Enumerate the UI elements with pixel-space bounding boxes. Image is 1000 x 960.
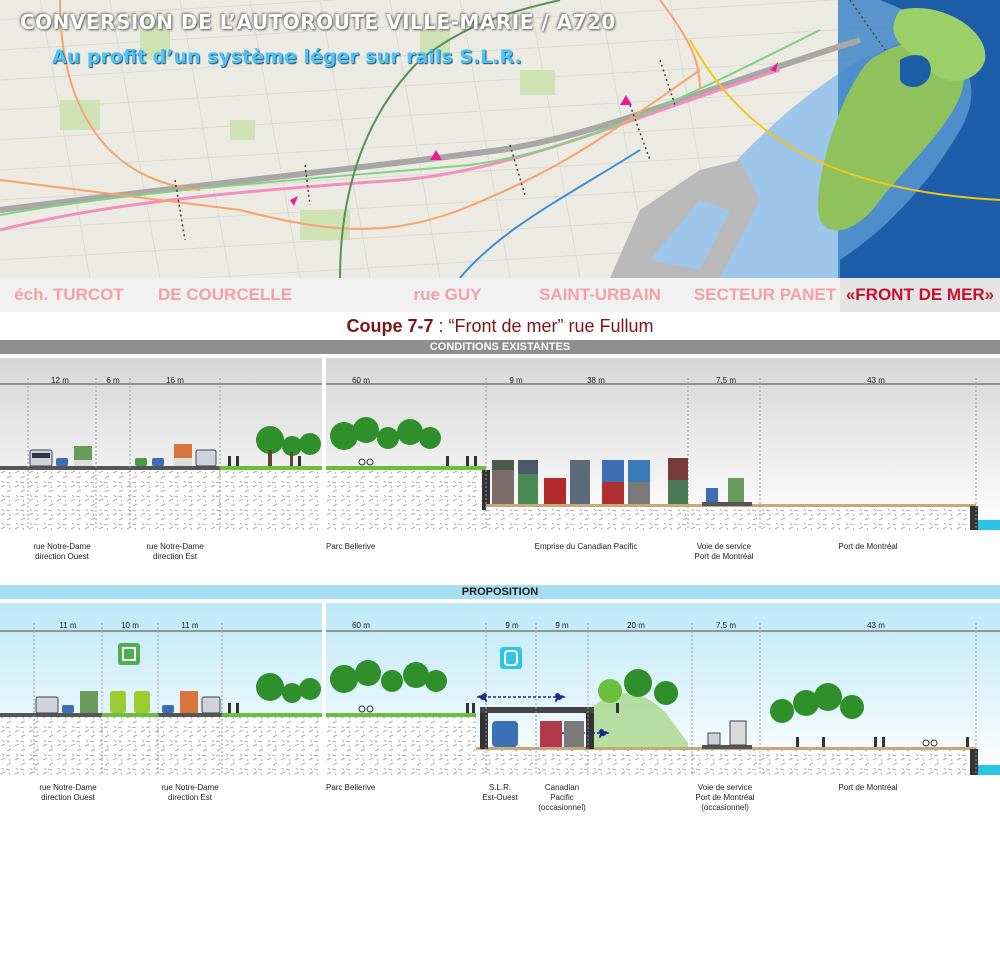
bus-icon <box>201 696 221 714</box>
dim-label: 38 m <box>587 376 605 385</box>
map-graphic <box>0 0 1000 278</box>
section-label: rue Notre-Dame direction Est <box>161 783 219 802</box>
city-map <box>0 0 1000 278</box>
section-label: Canadian Pacific (occasionnel) <box>538 783 586 812</box>
slr-icon <box>500 647 522 669</box>
section-label: rue Notre-Dame direction Est <box>146 542 204 561</box>
tab-front-de-mer[interactable]: «FRONT DE MER» <box>840 278 1000 312</box>
section-description: : “Front de mer” rue Fullum <box>433 316 654 336</box>
section-label: Voie de service Port de Montréal <box>694 542 754 561</box>
proposal-left-section: 11 m 10 m 11 m <box>0 603 322 775</box>
dim-label: 43 m <box>867 376 885 385</box>
car-icon <box>56 458 68 466</box>
section-label: rue Notre-Dame direction Ouest <box>39 783 97 802</box>
tab-secteur-panet[interactable]: SECTEUR PANET <box>690 278 840 312</box>
existing-header: CONDITIONS EXISTANTES <box>0 340 1000 354</box>
dim-label: 11 m <box>181 621 199 630</box>
proposal-right-section: 60 m 9 m 9 m 20 m 7,5 m 43 m <box>326 603 1000 775</box>
section-label: S.L.R. Est-Ouest <box>482 783 518 802</box>
tab-de-courcelle[interactable]: DE COURCELLE <box>155 278 295 312</box>
section-label: Parc Bellerive <box>326 783 376 792</box>
dim-label: 43 m <box>867 621 885 630</box>
car-icon <box>162 705 174 713</box>
bus-icon <box>195 449 217 467</box>
proposal-header: PROPOSITION <box>0 585 1000 599</box>
section-label: Voie de service Port de Montréal (occasion… <box>695 783 755 812</box>
container-icon <box>180 691 198 713</box>
dim-label: 9 m <box>555 621 569 630</box>
dim-label: 9 m <box>505 621 519 630</box>
existing-right-graphic <box>326 358 1000 530</box>
section-title: Coupe 7-7 : “Front de mer” rue Fullum <box>0 316 1000 337</box>
dim-label: 7,5 m <box>715 376 736 385</box>
truck-icon <box>80 691 98 713</box>
page-title: CONVERSION DE L’AUTOROUTE VILLE-MARIE / … <box>20 10 616 34</box>
section-label: Parc Bellerive <box>326 542 376 551</box>
section-label: Emprise du Canadian Pacific <box>534 542 638 551</box>
dim-label: 20 m <box>627 621 645 630</box>
car-icon <box>62 705 74 713</box>
dim-label: 16 m <box>166 376 184 385</box>
dim-label: 11 m <box>59 621 77 630</box>
section-label: Port de Montréal <box>838 542 898 551</box>
tram-icon <box>118 643 140 665</box>
existing-right-section: 60 m 9 m 38 m 7,5 m 43 m <box>326 358 1000 530</box>
proposal-right-graphic <box>326 603 1000 775</box>
section-tabs: éch. TURCOT DE COURCELLE rue GUY SAINT-U… <box>0 278 1000 312</box>
dim-label: 7,5 m <box>715 621 736 630</box>
dim-label: 9 m <box>509 376 523 385</box>
page-subtitle: Au profit d’un système léger sur rails S… <box>52 46 522 68</box>
tab-ech-turcot[interactable]: éch. TURCOT <box>14 278 124 312</box>
tab-saint-urbain[interactable]: SAINT-URBAIN <box>535 278 665 312</box>
truck-icon <box>74 446 92 466</box>
existing-left-section: 12 m 6 m 16 m <box>0 358 322 530</box>
section-number: Coupe 7-7 <box>346 316 434 336</box>
section-label: rue Notre-Dame direction Ouest <box>33 542 91 561</box>
bus-icon <box>29 449 53 467</box>
dim-label: 10 m <box>121 621 139 630</box>
dim-label: 6 m <box>106 376 120 385</box>
dim-label: 12 m <box>51 376 69 385</box>
bus-icon <box>35 696 59 714</box>
dim-label: 60 m <box>352 376 370 385</box>
dim-label: 60 m <box>352 621 370 630</box>
section-label: Port de Montréal <box>838 783 898 792</box>
tab-rue-guy[interactable]: rue GUY <box>400 278 495 312</box>
container-icon <box>174 444 192 466</box>
